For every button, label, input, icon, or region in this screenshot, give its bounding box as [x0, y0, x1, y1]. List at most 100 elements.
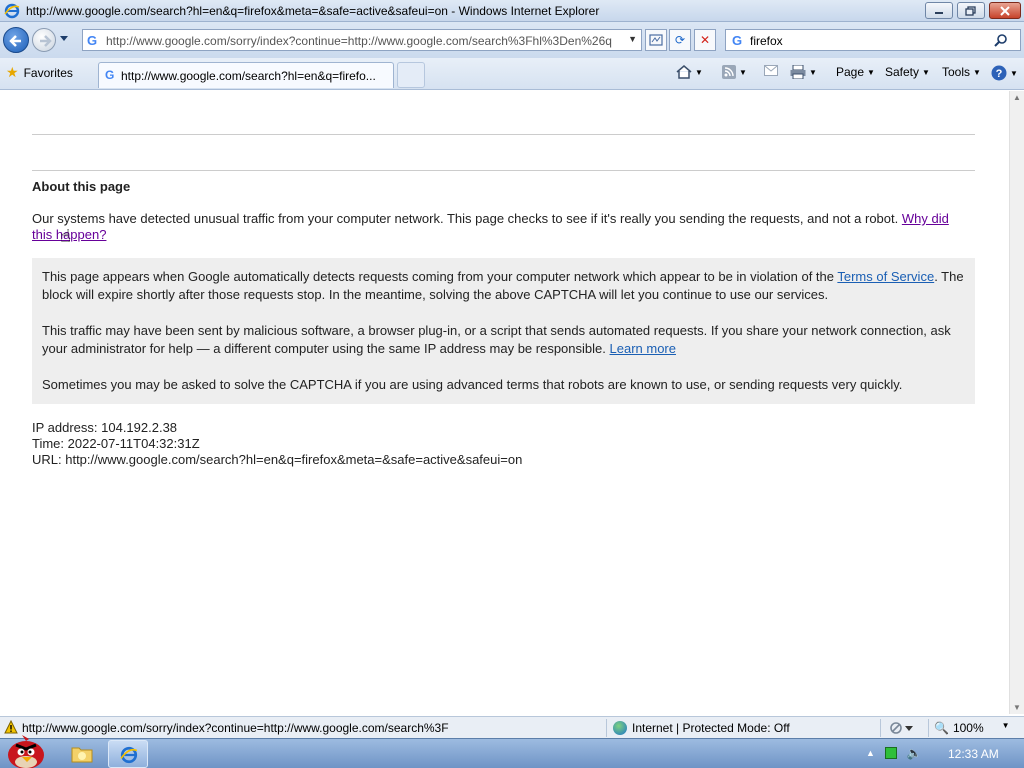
chevron-down-icon: ▼: [695, 67, 703, 77]
svg-text:?: ?: [996, 68, 1003, 80]
taskbar-ie-button[interactable]: [108, 740, 148, 768]
home-button[interactable]: ▼: [676, 65, 703, 79]
zoom-control[interactable]: 🔍 100% ▼: [934, 721, 1010, 735]
system-tray: ▲ 🔈: [866, 746, 922, 760]
help-icon: ?: [991, 65, 1007, 81]
search-icon[interactable]: [994, 33, 1008, 47]
feeds-button[interactable]: ▼: [722, 65, 747, 79]
vertical-scrollbar[interactable]: ▲ ▼: [1009, 91, 1024, 714]
taskbar-clock[interactable]: 12:33 AM: [948, 747, 999, 761]
hand-cursor-icon: ☝: [60, 226, 71, 246]
address-bar[interactable]: G http://www.google.com/sorry/index?cont…: [82, 29, 642, 51]
tools-menu-label: Tools: [942, 65, 971, 79]
security-zone-label: Internet | Protected Mode: Off: [632, 721, 790, 735]
command-bar: ★ Favorites G http://www.google.com/sear…: [0, 58, 1024, 90]
scroll-down-icon[interactable]: ▼: [1013, 703, 1021, 712]
chevron-down-icon: ▼: [973, 67, 981, 77]
maximize-button[interactable]: [957, 2, 985, 19]
stop-icon: ✕: [699, 33, 711, 47]
divider: [32, 134, 975, 135]
mail-icon: [764, 65, 778, 76]
tools-menu[interactable]: Tools ▼: [942, 65, 981, 79]
restore-icon: [965, 5, 976, 16]
help-button[interactable]: ? ▼: [991, 65, 1018, 81]
page-menu[interactable]: Page ▼: [836, 65, 875, 79]
refresh-button[interactable]: ⟳: [669, 29, 691, 51]
navigation-bar: G http://www.google.com/sorry/index?cont…: [0, 22, 1024, 58]
favorites-button[interactable]: ★ Favorites: [6, 64, 73, 81]
ie-logo-icon: [4, 3, 20, 19]
refresh-icon: ⟳: [674, 33, 686, 47]
learn-more-link[interactable]: Learn more: [610, 341, 676, 356]
show-hidden-icons-icon[interactable]: ▲: [866, 748, 875, 758]
safety-menu[interactable]: Safety ▼: [885, 65, 930, 79]
star-icon: ★: [6, 64, 19, 80]
request-details: IP address: 104.192.2.38 Time: 2022-07-1…: [32, 420, 522, 468]
info-paragraph-1-text: This page appears when Google automatica…: [42, 269, 834, 284]
address-url: http://www.google.com/sorry/index?contin…: [106, 34, 612, 48]
detected-traffic-message: Our systems have detected unusual traffi…: [32, 211, 899, 226]
page-heading: About this page: [32, 179, 131, 194]
taskbar: ▲ 🔈 12:33 AM: [0, 735, 1024, 768]
recent-pages-dropdown[interactable]: [59, 35, 69, 43]
status-url: http://www.google.com/sorry/index?contin…: [22, 721, 449, 735]
detected-traffic-text: Our systems have detected unusual traffi…: [32, 211, 967, 243]
status-bar: http://www.google.com/sorry/index?contin…: [0, 716, 1024, 738]
volume-icon[interactable]: 🔈: [907, 746, 922, 760]
tab-active[interactable]: G http://www.google.com/search?hl=en&q=f…: [98, 62, 394, 88]
read-mail-button[interactable]: [764, 65, 778, 76]
chevron-down-icon: ▼: [739, 67, 747, 77]
divider: [32, 170, 975, 171]
page-menu-label: Page: [836, 65, 865, 79]
chevron-down-icon: ▼: [1010, 68, 1018, 78]
timestamp: Time: 2022-07-11T04:32:31Z: [32, 436, 200, 451]
chevron-down-icon: ▼: [1001, 721, 1010, 730]
zoom-icon: 🔍: [934, 721, 949, 735]
printer-icon: [790, 65, 806, 79]
divider: [880, 719, 881, 737]
info-box: This page appears when Google automatica…: [32, 258, 975, 404]
print-button[interactable]: ▼: [790, 65, 817, 79]
folder-icon[interactable]: [70, 743, 94, 765]
divider: [606, 719, 607, 737]
search-value: firefox: [750, 34, 783, 48]
title-bar: http://www.google.com/search?hl=en&q=fir…: [0, 0, 1024, 22]
compatibility-view-button[interactable]: [645, 29, 667, 51]
compatibility-view-icon: [649, 34, 663, 46]
close-button[interactable]: [989, 2, 1021, 19]
info-paragraph-2-text: This traffic may have been sent by malic…: [42, 323, 951, 356]
search-input[interactable]: G firefox: [725, 29, 1021, 51]
google-search-provider-icon: G: [732, 33, 743, 48]
terms-of-service-link[interactable]: Terms of Service: [837, 269, 934, 284]
divider: [928, 719, 929, 737]
forward-arrow-icon: [40, 35, 52, 47]
back-arrow-icon: [9, 35, 21, 47]
zoom-level: 100%: [952, 721, 984, 735]
info-paragraph-3: Sometimes you may be asked to solve the …: [42, 377, 903, 392]
popup-blocker-icon[interactable]: [889, 721, 913, 735]
security-zone[interactable]: Internet | Protected Mode: Off: [613, 721, 790, 735]
address-dropdown-icon[interactable]: ▼: [628, 34, 637, 44]
warning-icon: [4, 720, 18, 734]
scroll-up-icon[interactable]: ▲: [1013, 93, 1021, 102]
start-button-angry-bird-icon[interactable]: [2, 733, 48, 768]
info-paragraph-2: This traffic may have been sent by malic…: [42, 322, 965, 358]
ip-address: IP address: 104.192.2.38: [32, 420, 178, 435]
safety-menu-label: Safety: [885, 65, 920, 79]
tab-label: http://www.google.com/search?hl=en&q=fir…: [121, 69, 376, 83]
minimize-icon: [935, 11, 943, 14]
window-title: http://www.google.com/search?hl=en&q=fir…: [26, 4, 600, 18]
chevron-down-icon: ▼: [867, 67, 875, 77]
chevron-down-icon: ▼: [809, 67, 817, 77]
page-content: About this page Our systems have detecte…: [0, 91, 1009, 714]
new-tab-button[interactable]: [397, 62, 425, 88]
network-icon[interactable]: [884, 747, 897, 759]
rss-icon: [722, 65, 736, 79]
back-button[interactable]: [3, 27, 29, 53]
stop-button[interactable]: ✕: [694, 29, 716, 51]
globe-icon: [613, 721, 627, 735]
forward-button[interactable]: [32, 28, 56, 52]
minimize-button[interactable]: [925, 2, 953, 19]
close-icon: [1000, 5, 1010, 16]
google-favicon-icon: G: [87, 33, 98, 48]
